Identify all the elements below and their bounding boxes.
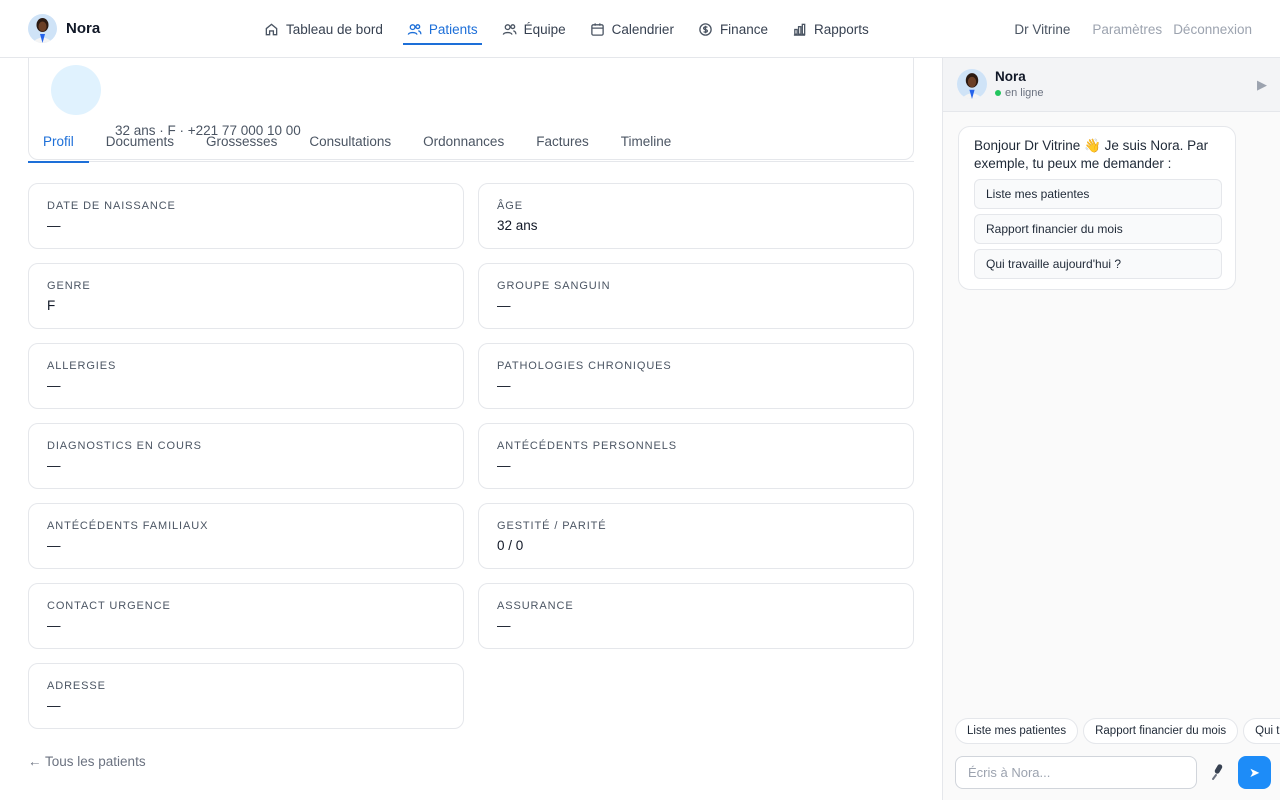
field-label: Assurance	[497, 600, 574, 612]
field-label: Date de naissance	[47, 200, 176, 212]
field-personal-history: Antécédents personnels —	[478, 423, 914, 489]
field-blood-group: Groupe sanguin —	[478, 263, 914, 329]
nav-item-reports[interactable]: Rapports	[792, 0, 869, 58]
field-label: Antécédents familiaux	[47, 520, 209, 532]
suggestion-button[interactable]: Rapport financier du mois	[974, 214, 1222, 244]
current-user: Dr Vitrine	[1014, 21, 1071, 37]
chat-message-input[interactable]	[955, 756, 1197, 789]
account-menu: Dr Vitrine Paramètres Déconnexion	[1014, 0, 1252, 58]
field-value: —	[47, 378, 61, 393]
field-label: Adresse	[47, 680, 106, 692]
send-button[interactable]: ➤	[1238, 756, 1271, 789]
chat-header: Nora en ligne ▶	[943, 58, 1280, 112]
field-value: —	[47, 698, 61, 713]
quick-reply-chip[interactable]: Qui travaille aujourd'hui ?	[1243, 718, 1280, 744]
field-value: —	[497, 298, 511, 313]
brand-name: Nora	[66, 20, 101, 37]
nav-item-label: Patients	[428, 21, 478, 37]
nav-item-team[interactable]: Équipe	[502, 0, 566, 58]
calendar-icon	[590, 22, 604, 36]
nav-item-label: Finance	[719, 21, 768, 37]
tab-pregnancies[interactable]: Grossesses	[191, 123, 292, 162]
top-navigation: Nora Tableau de bord Patients Équipe Cal…	[0, 0, 1280, 58]
nav-item-label: Tableau de bord	[286, 21, 383, 37]
nav-item-label: Équipe	[523, 21, 566, 37]
quick-reply-chip[interactable]: Liste mes patientes	[955, 718, 1079, 744]
tab-prescriptions[interactable]: Ordonnances	[408, 123, 519, 162]
field-label: Contact urgence	[47, 600, 171, 612]
nav-item-label: Rapports	[813, 21, 869, 37]
field-value: —	[497, 618, 511, 633]
field-emergency-contact: Contact urgence —	[28, 583, 464, 649]
suggestion-button[interactable]: Qui travaille aujourd'hui ?	[974, 249, 1222, 279]
tab-documents[interactable]: Documents	[91, 123, 189, 162]
tab-consultations[interactable]: Consultations	[294, 123, 406, 162]
nav-item-calendar[interactable]: Calendrier	[590, 0, 674, 58]
field-date-of-birth: Date de naissance —	[28, 183, 464, 249]
field-value: —	[47, 218, 61, 233]
microphone-icon[interactable]	[1207, 761, 1229, 783]
patient-avatar	[51, 65, 101, 115]
quick-reply-chips: Liste mes patientes Rapport financier du …	[955, 718, 1280, 748]
field-label: Antécédents personnels	[497, 440, 677, 452]
nav-item-dashboard[interactable]: Tableau de bord	[264, 0, 383, 58]
patient-tabs: Profil Documents Grossesses Consultation…	[28, 123, 914, 163]
main-nav: Tableau de bord Patients Équipe Calendri…	[264, 0, 893, 58]
field-gravidity-parity: Gestité / Parité 0 / 0	[478, 503, 914, 569]
assistant-name: Nora	[995, 69, 1026, 84]
assistant-status: en ligne	[995, 87, 1044, 99]
field-value: F	[47, 298, 56, 313]
tab-invoices[interactable]: Factures	[521, 123, 604, 162]
field-family-history: Antécédents familiaux —	[28, 503, 464, 569]
field-label: Gestité / Parité	[497, 520, 607, 532]
field-insurance: Assurance —	[478, 583, 914, 649]
brand[interactable]: Nora	[28, 14, 100, 43]
patient-detail: 32 ans · F · +221 77 000 10 00 Profil Do…	[0, 58, 942, 800]
field-label: Allergies	[47, 360, 117, 372]
tab-profile[interactable]: Profil	[28, 123, 89, 163]
team-icon	[502, 23, 517, 35]
assistant-avatar	[957, 69, 987, 99]
field-label: Pathologies chroniques	[497, 360, 672, 372]
field-value: —	[47, 618, 61, 633]
field-value: —	[497, 378, 511, 393]
field-value: —	[47, 458, 61, 473]
field-label: Âge	[497, 200, 523, 212]
bar-chart-icon	[793, 23, 806, 36]
field-label: Genre	[47, 280, 91, 292]
quick-reply-chip[interactable]: Rapport financier du mois	[1083, 718, 1239, 744]
users-icon	[407, 23, 422, 35]
suggestion-button[interactable]: Liste mes patientes	[974, 179, 1222, 209]
field-value: 0 / 0	[497, 538, 524, 553]
field-age: Âge 32 ans	[478, 183, 914, 249]
dollar-icon	[699, 22, 712, 36]
play-icon[interactable]: ▶	[1257, 77, 1267, 93]
nav-item-label: Calendrier	[611, 21, 674, 37]
field-allergies: Allergies —	[28, 343, 464, 409]
send-icon: ➤	[1249, 765, 1260, 780]
assistant-chat-panel: Nora en ligne ▶ Bonjour Dr Vitrine 👋 Je …	[942, 58, 1280, 800]
field-value: —	[497, 458, 511, 473]
assistant-message-text: Bonjour Dr Vitrine 👋 Je suis Nora. Par e…	[974, 138, 1209, 171]
field-value: —	[47, 538, 61, 553]
nav-item-patients[interactable]: Patients	[402, 0, 482, 58]
nora-avatar	[28, 14, 57, 43]
settings-link[interactable]: Paramètres	[1092, 22, 1162, 37]
field-value: 32 ans	[497, 218, 538, 233]
field-label: Groupe sanguin	[497, 280, 611, 292]
online-status-icon	[995, 90, 1001, 96]
field-current-diagnoses: Diagnostics en cours —	[28, 423, 464, 489]
field-label: Diagnostics en cours	[47, 440, 202, 452]
assistant-message: Bonjour Dr Vitrine 👋 Je suis Nora. Par e…	[958, 126, 1236, 290]
nav-item-finance[interactable]: Finance	[698, 0, 768, 58]
status-text: en ligne	[1005, 87, 1044, 99]
back-to-patients-link[interactable]: ← Tous les patients	[28, 754, 146, 769]
field-address: Adresse —	[28, 663, 464, 729]
logout-link[interactable]: Déconnexion	[1173, 22, 1252, 37]
tab-timeline[interactable]: Timeline	[606, 123, 687, 162]
field-gender: Genre F	[28, 263, 464, 329]
home-icon	[265, 22, 278, 35]
field-chronic-conditions: Pathologies chroniques —	[478, 343, 914, 409]
